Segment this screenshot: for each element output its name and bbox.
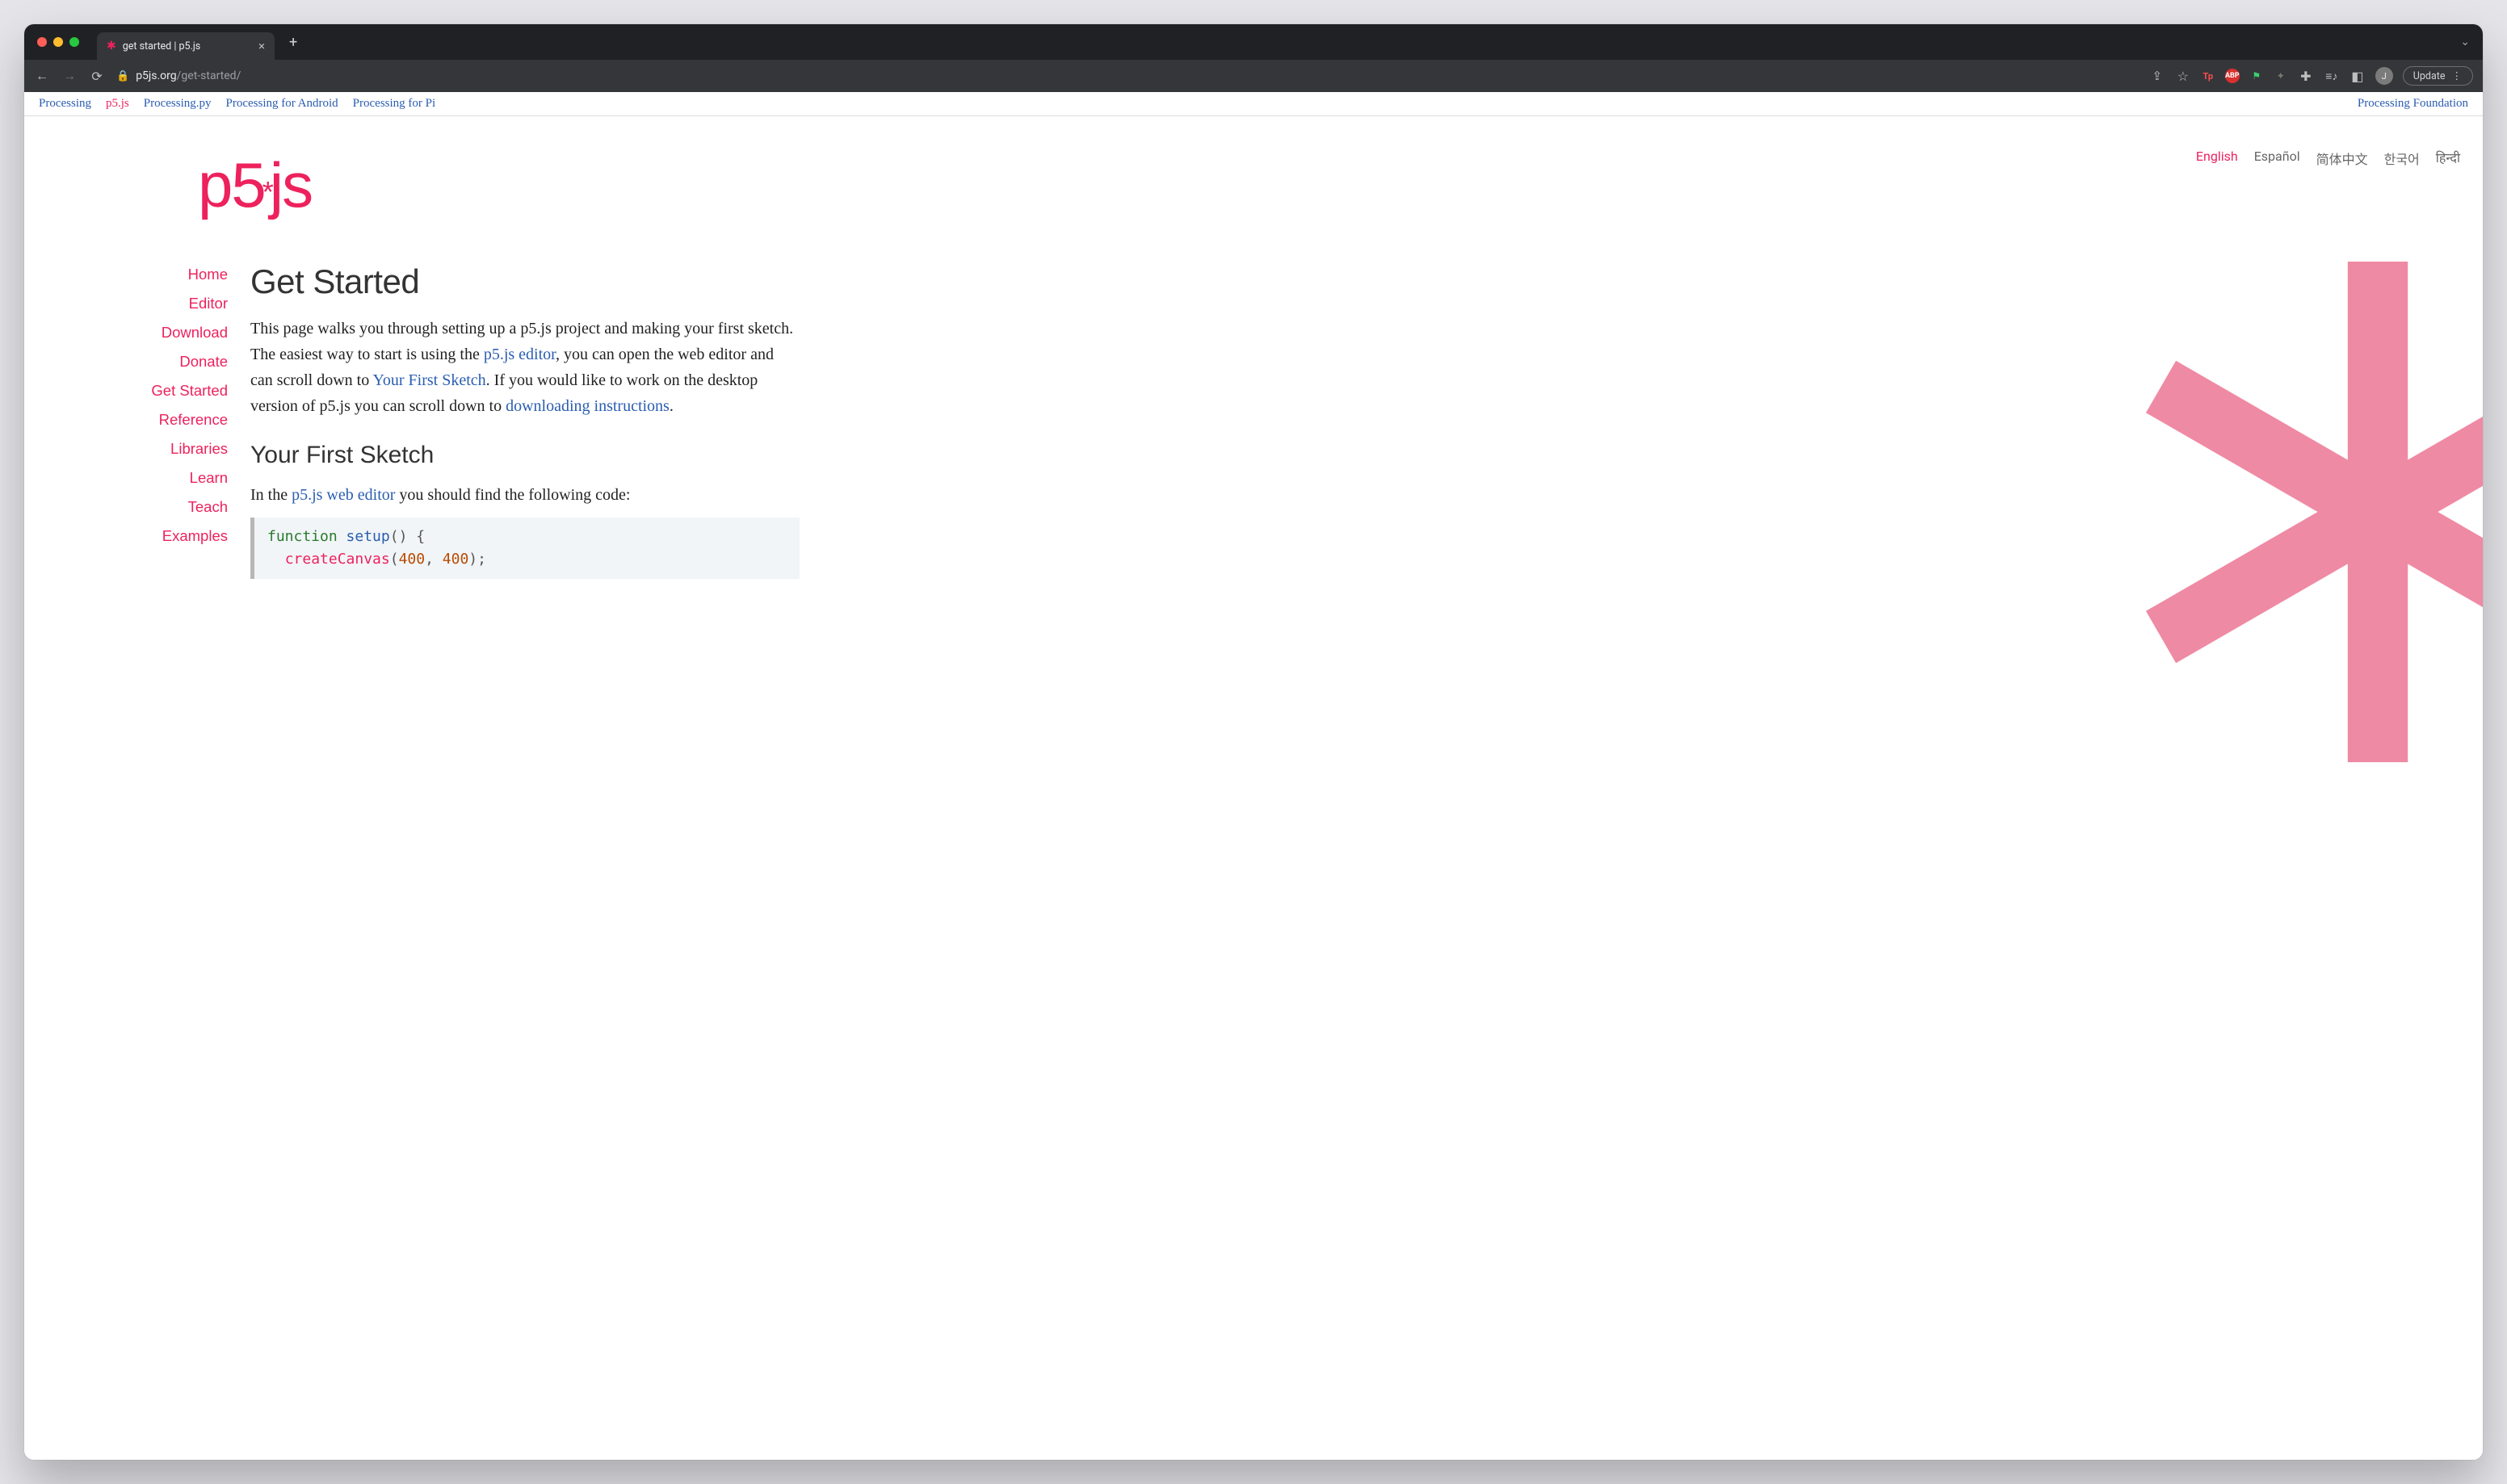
nav-home[interactable]: Home [24, 266, 228, 283]
window-close-button[interactable] [37, 37, 47, 47]
lock-icon: 🔒 [116, 70, 129, 82]
page-viewport: Processing p5.js Processing.py Processin… [24, 92, 2483, 1460]
address-bar[interactable]: 🔒 p5js.org/get-started/ [116, 65, 2138, 87]
update-button[interactable]: Update ⋮ [2403, 66, 2473, 86]
link-p5js-editor[interactable]: p5.js editor [484, 346, 556, 363]
browser-toolbar: ← → ⟳ 🔒 p5js.org/get-started/ ⇪ ☆ Tp ABP… [24, 60, 2483, 92]
bookmark-star-icon[interactable]: ☆ [2175, 68, 2191, 84]
nav-donate[interactable]: Donate [24, 353, 228, 371]
window-maximize-button[interactable] [69, 37, 79, 47]
profile-avatar[interactable]: J [2375, 67, 2393, 85]
update-button-label: Update [2413, 70, 2446, 82]
family-link-processing[interactable]: Processing [39, 97, 91, 111]
media-control-icon[interactable]: ≡♪ [2324, 68, 2340, 84]
reload-button[interactable]: ⟳ [89, 68, 105, 84]
link-your-first-sketch[interactable]: Your First Sketch [372, 371, 485, 389]
extension-tp-icon[interactable]: Tp [2201, 69, 2215, 83]
title-bar: ✱ get started | p5.js × + ⌄ [24, 24, 2483, 60]
sketch-intro-paragraph: In the p5.js web editor you should find … [250, 482, 800, 508]
logo-js: js [270, 149, 312, 220]
page-title: Get Started [250, 262, 800, 301]
intro-paragraph: This page walks you through setting up a… [250, 316, 800, 419]
family-link-foundation[interactable]: Processing Foundation [2358, 97, 2468, 111]
tab-overflow-icon[interactable]: ⌄ [2460, 36, 2475, 48]
back-button[interactable]: ← [34, 68, 50, 84]
nav-reference[interactable]: Reference [24, 411, 228, 429]
family-link-pi[interactable]: Processing for Pi [353, 97, 436, 111]
nav-examples[interactable]: Examples [24, 527, 228, 545]
family-link-android[interactable]: Processing for Android [226, 97, 338, 111]
browser-window: ✱ get started | p5.js × + ⌄ ← → ⟳ 🔒 p5js… [24, 24, 2483, 1460]
share-icon[interactable]: ⇪ [2149, 68, 2165, 84]
tab-title: get started | p5.js [123, 40, 201, 52]
forward-button[interactable]: → [61, 68, 78, 84]
family-link-processingpy[interactable]: Processing.py [144, 97, 212, 111]
processing-family-bar: Processing p5.js Processing.py Processin… [24, 92, 2483, 116]
extension-abp-icon[interactable]: ABP [2225, 69, 2240, 83]
tab-close-icon[interactable]: × [258, 39, 265, 53]
link-p5js-web-editor[interactable]: p5.js web editor [292, 486, 395, 504]
nav-download[interactable]: Download [24, 324, 228, 342]
url-path: /get-started/ [177, 69, 241, 82]
side-nav: Home Editor Download Donate Get Started … [24, 262, 250, 579]
tab-favicon-icon: ✱ [107, 40, 116, 52]
family-link-p5js[interactable]: p5.js [106, 97, 129, 111]
url-domain: p5js.org [136, 69, 176, 82]
toolbar-right-icons: ⇪ ☆ Tp ABP ⚑ ✦ ✚ ≡♪ ◧ J Update ⋮ [2149, 66, 2473, 86]
code-block: function setup() { createCanvas(400, 400… [250, 518, 800, 579]
main-content: Get Started This page walks you through … [250, 262, 800, 579]
window-minimize-button[interactable] [53, 37, 63, 47]
window-controls [37, 37, 79, 47]
side-panel-icon[interactable]: ◧ [2350, 68, 2366, 84]
nav-get-started[interactable]: Get Started [24, 382, 228, 400]
link-downloading-instructions[interactable]: downloading instructions [506, 397, 670, 415]
new-tab-button[interactable]: + [284, 34, 302, 51]
nav-learn[interactable]: Learn [24, 469, 228, 487]
nav-libraries[interactable]: Libraries [24, 440, 228, 458]
logo-p5: p5 [198, 149, 265, 220]
browser-tab[interactable]: ✱ get started | p5.js × [97, 32, 275, 60]
content-wrap: p5*js Home Editor Download Donate Get St… [24, 116, 2483, 579]
section-your-first-sketch: Your First Sketch [250, 442, 800, 469]
nav-teach[interactable]: Teach [24, 498, 228, 516]
nav-editor[interactable]: Editor [24, 295, 228, 312]
extensions-puzzle-icon[interactable]: ✚ [2298, 68, 2314, 84]
p5js-logo[interactable]: p5*js [198, 149, 2483, 222]
kebab-menu-icon[interactable]: ⋮ [2452, 69, 2463, 82]
extension-misc-icon[interactable]: ✦ [2274, 69, 2288, 83]
extension-pin-icon[interactable]: ⚑ [2249, 69, 2264, 83]
